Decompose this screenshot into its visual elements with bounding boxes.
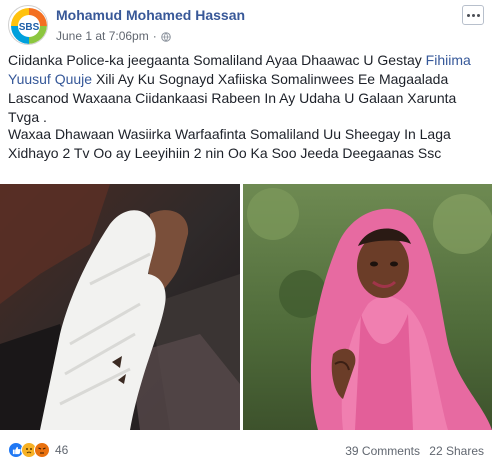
post-text-paragraph-1: Ciidanka Police-ka jeegaanta Somaliland … [8,51,478,127]
shares-count[interactable]: 22 Shares [429,444,484,458]
bandaged-hand-photo[interactable] [0,184,240,430]
avatar[interactable]: SBS [8,5,48,45]
comments-count[interactable]: 39 Comments [345,444,420,458]
reactions-summary[interactable]: 46 [8,442,68,458]
post-timestamp[interactable]: June 1 at 7:06pm [56,29,149,43]
post-footer: 46 39 Comments 22 Shares [8,438,484,462]
paragraph-1-start: Ciidanka Police-ka jeegaanta Somaliland … [8,52,426,68]
reactions-count: 46 [55,443,69,457]
engagement-counts: 39 Comments 22 Shares [339,444,484,458]
post-meta: June 1 at 7:06pm · [56,29,171,43]
angry-icon [34,442,50,458]
avatar-text: SBS [19,22,40,33]
globe-icon[interactable] [160,31,171,42]
sbs-logo-icon: SBS [10,7,47,44]
ellipsis-icon[interactable] [462,5,484,25]
post-text-paragraph-2: Waxaa Dhawaan Wasiirka Warfaafinta Somal… [8,126,451,161]
post-header: SBS Mohamud Mohamed Hassan June 1 at 7:0… [8,5,484,45]
facebook-post: SBS Mohamud Mohamed Hassan June 1 at 7:0… [0,0,492,468]
woman-pink-headscarf-photo[interactable] [243,184,492,430]
meta-separator: · [152,29,157,43]
post-images [0,184,492,430]
author-name[interactable]: Mohamud Mohamed Hassan [56,7,245,23]
